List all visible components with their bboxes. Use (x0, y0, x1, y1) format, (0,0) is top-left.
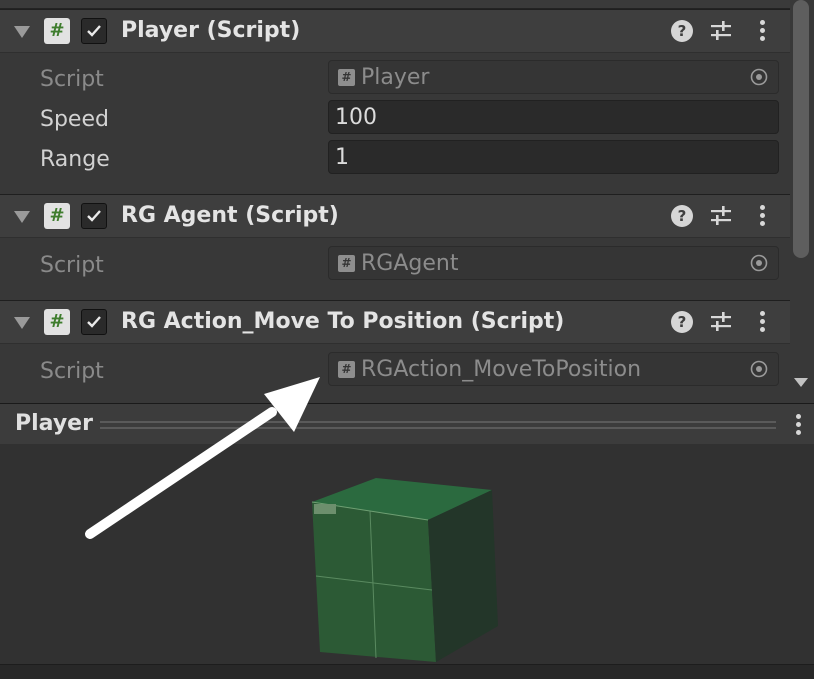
script-asset-icon: # (338, 255, 355, 272)
presets-icon[interactable] (710, 205, 732, 227)
component-header-player[interactable]: # Player (Script) ? (0, 9, 790, 53)
component-title: RG Agent (Script) (121, 203, 339, 228)
field-row-script: Script # RGAgent (0, 246, 790, 286)
field-label: Speed (40, 107, 109, 132)
component-title: RG Action_Move To Position (Script) (121, 309, 565, 334)
component-menu-icon[interactable] (758, 311, 766, 333)
script-icon: # (44, 18, 70, 44)
component-header-rg-action-move[interactable]: # RG Action_Move To Position (Script) ? (0, 300, 790, 344)
scrollbar-thumb[interactable] (793, 0, 809, 258)
field-value: 1 (335, 145, 349, 170)
script-asset-icon: # (338, 361, 355, 378)
field-label: Script (40, 253, 104, 278)
script-object-field[interactable]: # Player (328, 60, 779, 94)
field-label: Script (40, 67, 104, 92)
field-value: RGAction_MoveToPosition (361, 357, 642, 382)
field-value: Player (361, 65, 430, 90)
presets-icon[interactable] (710, 311, 732, 333)
foldout-arrow-icon[interactable] (14, 317, 30, 329)
object-picker-icon[interactable] (750, 254, 768, 272)
object-picker-icon[interactable] (750, 68, 768, 86)
script-object-field[interactable]: # RGAction_MoveToPosition (328, 352, 779, 386)
help-icon[interactable]: ? (671, 311, 693, 333)
drag-handle[interactable] (100, 421, 776, 429)
component-enabled-checkbox[interactable] (81, 18, 107, 44)
component-menu-icon[interactable] (758, 205, 766, 227)
component-header-rg-agent[interactable]: # RG Agent (Script) ? (0, 194, 790, 238)
object-picker-icon[interactable] (750, 360, 768, 378)
field-row-script: Script # RGAction_MoveToPosition (0, 352, 790, 392)
component-enabled-checkbox[interactable] (81, 309, 107, 335)
field-row-range: Range 1 (0, 140, 790, 180)
inspector-panel: # Player (Script) ? Script # Player Spee… (0, 0, 790, 402)
presets-icon[interactable] (710, 20, 732, 42)
field-value: 100 (335, 105, 377, 130)
field-value: RGAgent (361, 251, 459, 276)
cube-preview-image (311, 478, 498, 662)
script-icon: # (44, 309, 70, 335)
script-object-field[interactable]: # RGAgent (328, 246, 779, 280)
field-row-script: Script # Player (0, 60, 790, 100)
previous-component-edge (0, 0, 790, 9)
script-icon: # (44, 203, 70, 229)
help-icon[interactable]: ? (671, 20, 693, 42)
preview-menu-icon[interactable] (794, 414, 802, 436)
scroll-down-arrow-icon[interactable] (794, 378, 808, 387)
foldout-arrow-icon[interactable] (14, 211, 30, 223)
field-label: Range (40, 147, 110, 172)
preview-header[interactable]: Player (0, 403, 814, 445)
help-icon[interactable]: ? (671, 205, 693, 227)
field-label: Script (40, 359, 104, 384)
script-asset-icon: # (338, 69, 355, 86)
status-bar (0, 664, 814, 679)
component-menu-icon[interactable] (758, 20, 766, 42)
foldout-arrow-icon[interactable] (14, 26, 30, 38)
component-title: Player (Script) (121, 18, 301, 43)
field-row-speed: Speed 100 (0, 100, 790, 140)
speed-input[interactable]: 100 (328, 100, 779, 134)
range-input[interactable]: 1 (328, 140, 779, 174)
preview-title: Player (15, 411, 93, 436)
component-enabled-checkbox[interactable] (81, 203, 107, 229)
